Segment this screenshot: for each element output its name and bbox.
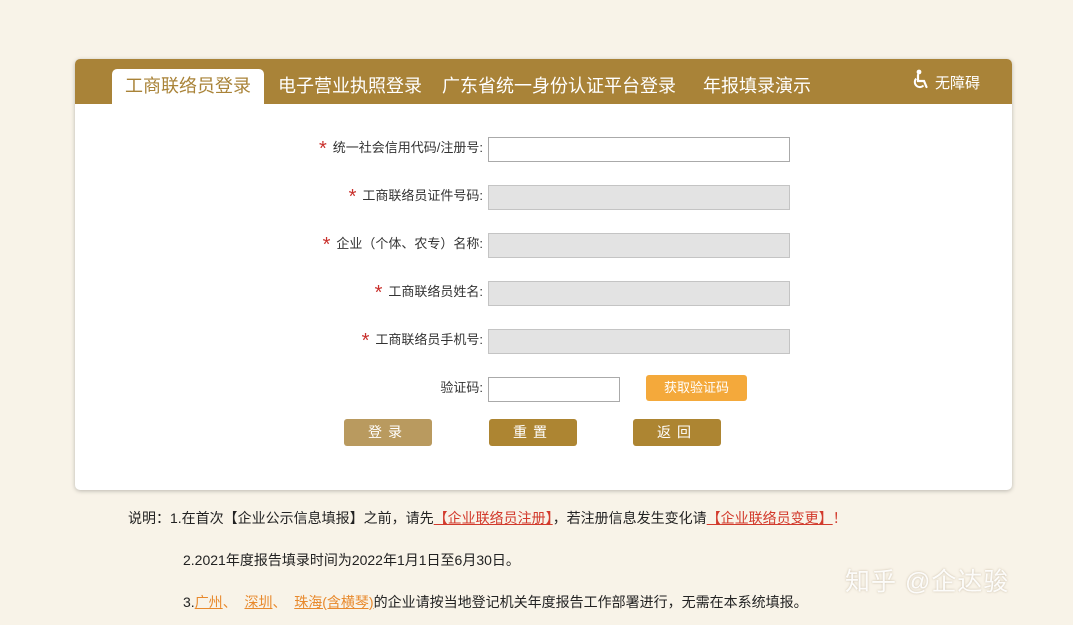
- guangzhou-link[interactable]: 广州: [195, 594, 223, 610]
- tab-e-license-login[interactable]: 电子营业执照登录: [278, 71, 422, 104]
- captcha-input[interactable]: [488, 377, 620, 402]
- zhuhai-link[interactable]: 珠海(含横琴): [294, 594, 373, 610]
- note-line-3: 3.广州、 深圳、 珠海(含横琴)的企业请按当地登记机关年度报告工作部署进行，无…: [183, 594, 808, 610]
- required-star: *: [361, 329, 370, 352]
- required-star: *: [322, 233, 331, 256]
- login-panel: 工商联络员登录 电子营业执照登录 广东省统一身份认证平台登录 年报填录演示 无障…: [75, 59, 1012, 490]
- tab-report-demo[interactable]: 年报填录演示: [703, 71, 811, 104]
- id-number-input[interactable]: [488, 185, 790, 210]
- phone-input[interactable]: [488, 329, 790, 354]
- contact-change-link[interactable]: 【企业联络员变更】: [707, 510, 833, 526]
- phone-label: * 工商联络员手机号:: [361, 329, 483, 352]
- note-line-1: 说明：1.在首次【企业公示信息填报】之前，请先【企业联络员注册】，若注册信息发生…: [128, 510, 847, 526]
- credit-code-input[interactable]: [488, 137, 790, 162]
- required-star: *: [348, 185, 357, 208]
- contact-name-label: * 工商联络员姓名:: [374, 281, 483, 304]
- login-button[interactable]: 登录: [344, 419, 432, 446]
- captcha-label: 验证码:: [440, 380, 483, 395]
- get-code-button[interactable]: 获取验证码: [646, 375, 747, 401]
- contact-register-link[interactable]: 【企业联络员注册】: [434, 510, 553, 526]
- required-star: *: [318, 137, 327, 160]
- wheelchair-icon: [911, 69, 935, 95]
- tab-contact-login[interactable]: 工商联络员登录: [112, 69, 264, 104]
- back-button[interactable]: 返回: [633, 419, 721, 446]
- company-name-input[interactable]: [488, 233, 790, 258]
- tab-bar: 工商联络员登录 电子营业执照登录 广东省统一身份认证平台登录 年报填录演示 无障…: [75, 59, 1012, 104]
- id-number-label: * 工商联络员证件号码:: [348, 185, 483, 208]
- contact-name-input[interactable]: [488, 281, 790, 306]
- reset-button[interactable]: 重置: [489, 419, 577, 446]
- required-star: *: [374, 281, 383, 304]
- accessibility-label: 无障碍: [934, 74, 980, 92]
- accessibility-button[interactable]: 无障碍: [911, 69, 980, 95]
- credit-code-label: * 统一社会信用代码/注册号:: [318, 137, 483, 160]
- watermark: 知乎 @企达骏: [845, 568, 1010, 596]
- company-name-label: * 企业（个体、农专）名称:: [322, 233, 483, 256]
- shenzhen-link[interactable]: 深圳: [244, 594, 272, 610]
- tab-gd-identity-login[interactable]: 广东省统一身份认证平台登录: [442, 71, 676, 104]
- note-line-2: 2.2021年度报告填录时间为2022年1月1日至6月30日。: [183, 552, 520, 568]
